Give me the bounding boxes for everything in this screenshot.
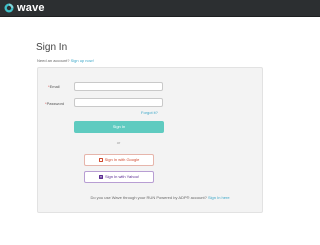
password-label-text: Password (46, 101, 65, 106)
email-label-text: Email (49, 84, 60, 89)
password-field[interactable] (74, 98, 163, 107)
brand-name: wave (17, 2, 45, 14)
need-account-text: Need an account? (37, 58, 70, 63)
adp-prompt-text: Do you use Wave through your RUN Powered… (90, 195, 207, 200)
wave-logo[interactable]: wave (4, 1, 45, 15)
google-icon (98, 158, 103, 162)
or-divider: or (116, 140, 121, 145)
page-title: Sign In (36, 42, 68, 53)
email-field[interactable] (74, 82, 163, 91)
google-signin-label: Sign In with Google (104, 157, 140, 162)
password-label: *Password (45, 101, 64, 107)
email-label: *Email (48, 84, 60, 90)
signup-prompt: Need an account? Sign up now! (37, 58, 94, 64)
adp-signin-link[interactable]: Sign In here (208, 195, 230, 200)
adp-prompt: Do you use Wave through your RUN Powered… (0, 195, 320, 201)
google-signin-button[interactable]: Sign In with Google (84, 154, 154, 166)
signin-button[interactable]: Sign In (74, 121, 164, 133)
wave-logo-icon (4, 3, 14, 13)
signup-link[interactable]: Sign up now! (71, 58, 94, 63)
forgot-password-link[interactable]: Forgot it? (141, 110, 158, 116)
yahoo-icon (98, 175, 103, 179)
top-bar: wave (0, 0, 320, 17)
yahoo-signin-button[interactable]: Sign In with Yahoo! (84, 171, 154, 183)
yahoo-signin-label: Sign In with Yahoo! (104, 174, 140, 179)
